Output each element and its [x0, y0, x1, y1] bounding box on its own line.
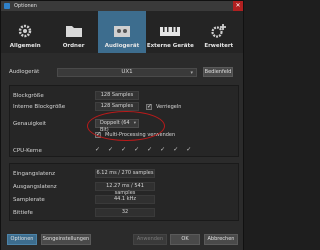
cpu-cores-list: ✓ ✓ ✓ ✓ ✓ ✓ ✓ ✓ [95, 146, 191, 153]
audio-interface-icon [112, 23, 132, 39]
lock-checkbox[interactable]: Verriegeln [146, 103, 182, 110]
input-latency-label: Eingangslatenz [13, 170, 56, 177]
audio-device-value: UX1 [121, 69, 133, 75]
window-title: Optionen [14, 3, 37, 9]
cpu-core-check-icon[interactable]: ✓ [121, 146, 126, 153]
options-toolbar: Allgemein Ordner Audiogerät Externe Gerä… [1, 11, 243, 53]
tab-label: Ordner [62, 43, 85, 49]
dialog-footer: Optionen Songeinstellungen Anwenden OK A… [1, 229, 243, 250]
tab-label: Audiogerät [104, 43, 140, 49]
bitdepth-value: 32 [95, 208, 155, 217]
internal-buffer-field[interactable]: 128 Samples [95, 102, 139, 111]
precision-label: Genauigkeit [13, 120, 47, 127]
cpu-cores-label: CPU-Kerne [13, 147, 42, 154]
cpu-core-check-icon[interactable]: ✓ [173, 146, 178, 153]
latency-info-panel: Eingangslatenz 6.12 ms / 270 samples Aus… [9, 163, 239, 221]
apply-button[interactable]: Anwenden [133, 234, 167, 245]
gear-icon [15, 23, 35, 39]
lock-label: Verriegeln [156, 104, 182, 110]
cpu-core-check-icon[interactable]: ✓ [160, 146, 165, 153]
keyboard-icon [160, 23, 181, 39]
audio-device-row: Audiogerät UX1 ▾ Bedienfeld [9, 67, 239, 77]
audio-device-label: Audiogerät [9, 69, 40, 75]
output-latency-label: Ausgangslatenz [13, 183, 57, 190]
tab-external-devices[interactable]: Externe Geräte [146, 11, 194, 53]
checkbox-checked [146, 103, 152, 110]
internal-buffer-label: Interne Blockgröße [13, 103, 66, 110]
gears-plus-icon [209, 23, 229, 39]
title-bar: Optionen ✕ [1, 1, 243, 11]
bitdepth-label: Bittiefe [13, 209, 33, 216]
output-latency-value: 12.27 ms / 541 samples [95, 182, 155, 196]
buffer-size-label: Blockgröße [13, 92, 44, 99]
tab-label: Allgemein [9, 43, 41, 49]
cancel-button[interactable]: Abbrechen [204, 234, 238, 245]
input-latency-value: 6.12 ms / 270 samples [95, 169, 155, 178]
samplerate-value: 44.1 kHz [95, 195, 155, 204]
highlight-annotation [87, 111, 165, 141]
device-settings-panel: Blockgröße 128 Samples Interne Blockgröß… [9, 85, 239, 157]
tab-advanced[interactable]: Erweitert [195, 11, 243, 53]
folder-icon [64, 23, 84, 39]
options-window: Optionen ✕ Allgemein Ordner Audiogerät E… [0, 0, 244, 250]
song-settings-button[interactable]: Songeinstellungen [41, 234, 91, 245]
buffer-size-field[interactable]: 128 Samples [95, 91, 139, 100]
cpu-core-check-icon[interactable]: ✓ [95, 146, 100, 153]
ok-button[interactable]: OK [170, 234, 200, 245]
close-button[interactable]: ✕ [233, 1, 243, 11]
cpu-core-check-icon[interactable]: ✓ [134, 146, 139, 153]
chevron-down-icon: ▾ [190, 69, 193, 76]
cpu-core-check-icon[interactable]: ✓ [147, 146, 152, 153]
samplerate-label: Samplerate [13, 196, 45, 203]
options-button[interactable]: Optionen [7, 234, 37, 245]
tab-label: Erweitert [204, 43, 234, 49]
control-panel-button[interactable]: Bedienfeld [203, 67, 233, 77]
tab-general[interactable]: Allgemein [1, 11, 49, 53]
tab-audio-device[interactable]: Audiogerät [97, 11, 147, 53]
cpu-core-check-icon[interactable]: ✓ [108, 146, 113, 153]
tab-label: Externe Geräte [146, 43, 194, 49]
app-icon [4, 3, 10, 9]
cpu-core-check-icon[interactable]: ✓ [186, 146, 191, 153]
tab-folders[interactable]: Ordner [49, 11, 97, 53]
audio-device-select[interactable]: UX1 ▾ [57, 67, 197, 77]
